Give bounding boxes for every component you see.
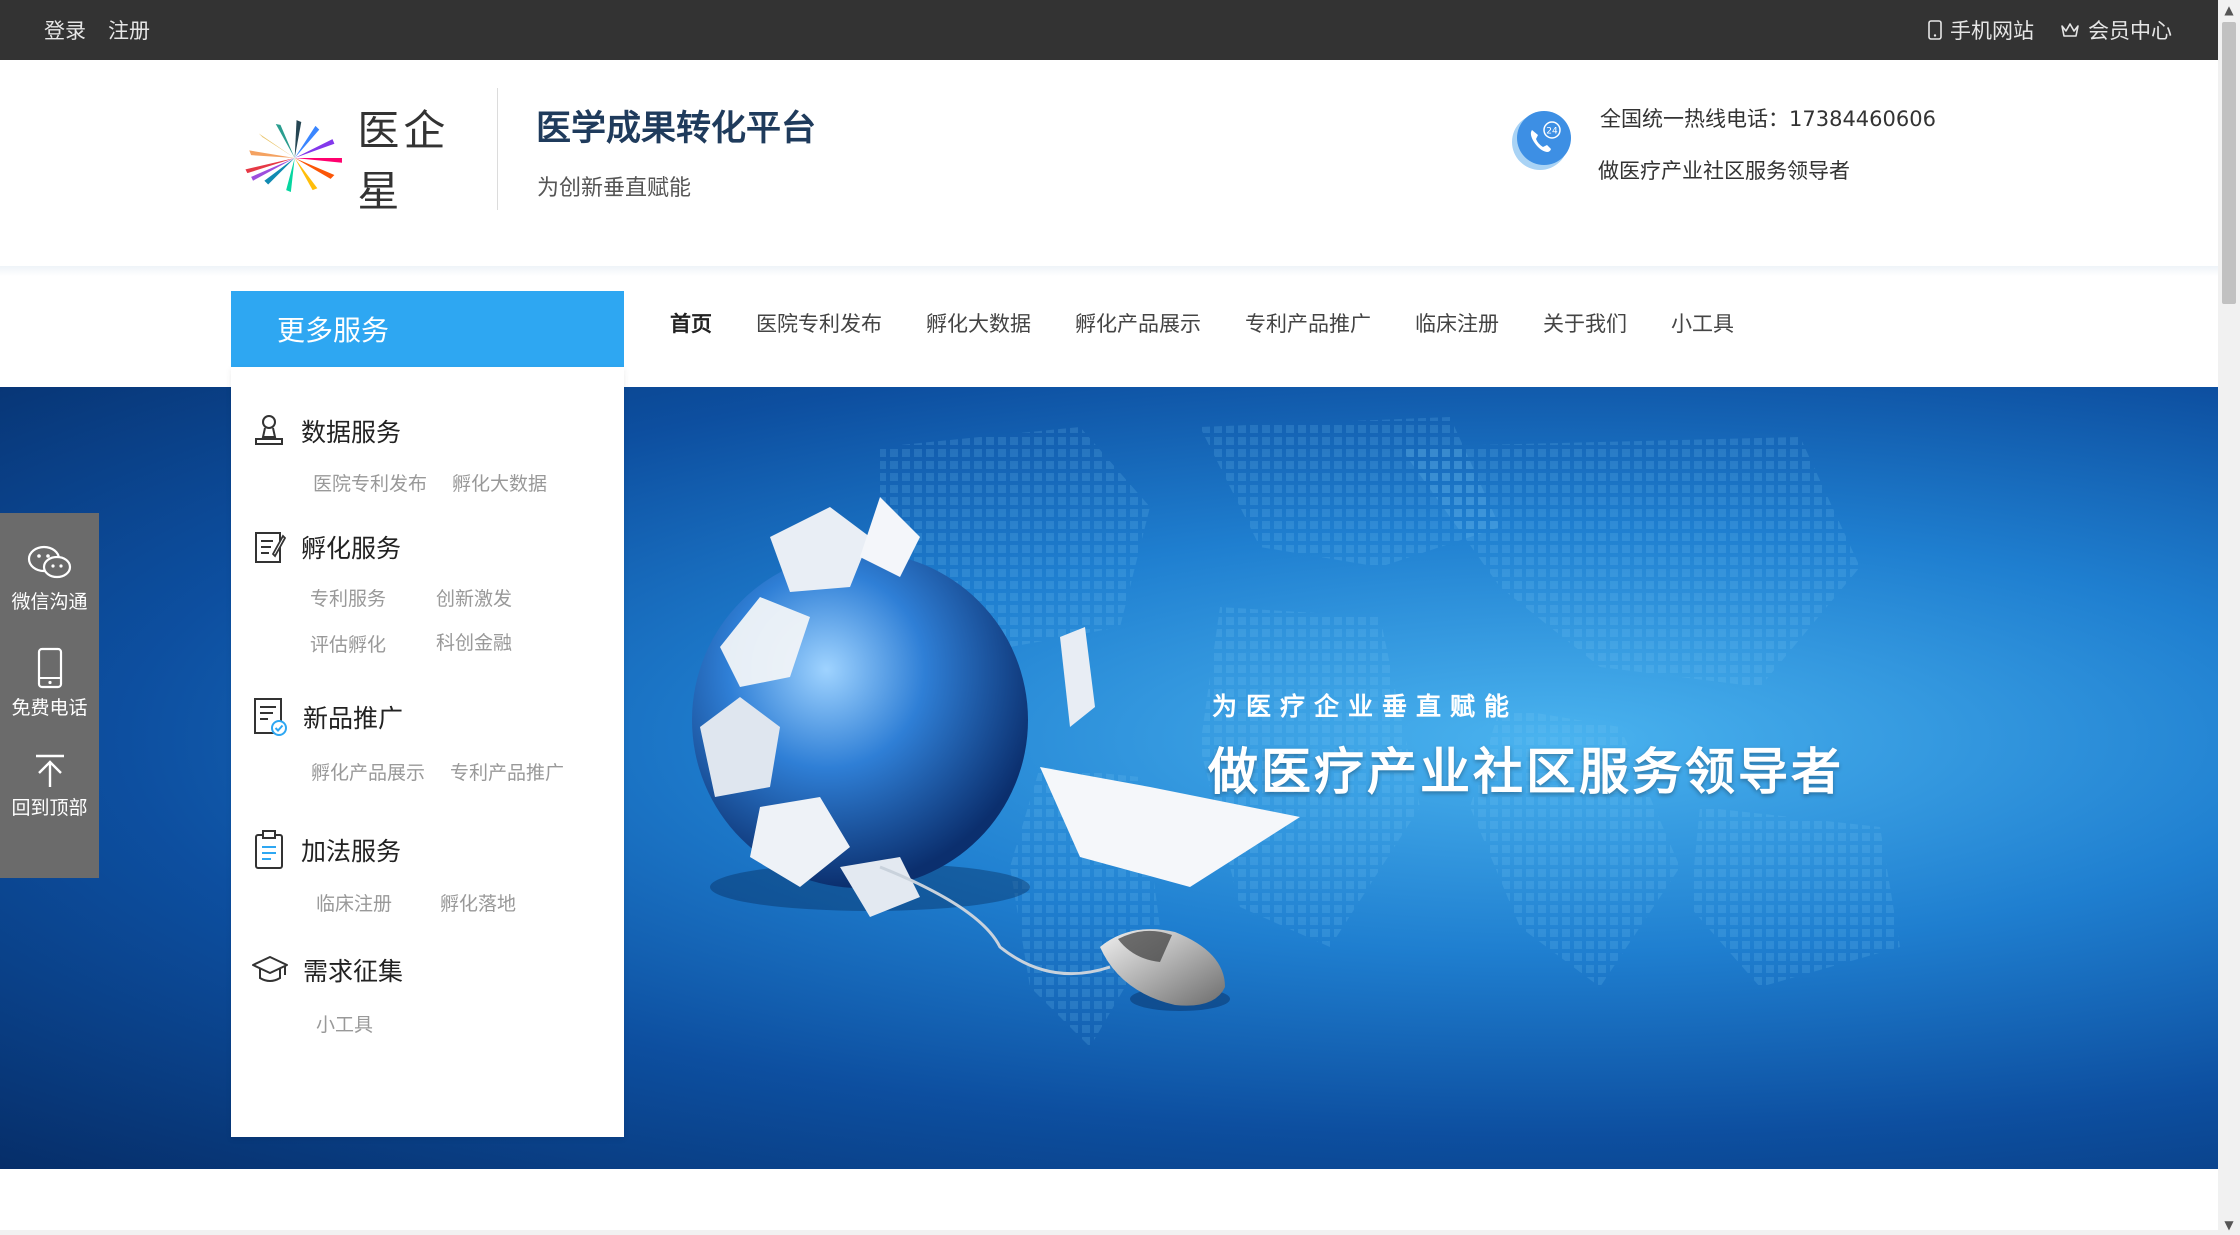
menu-group-header[interactable]: 数据服务 [251, 413, 401, 449]
member-center-label: 会员中心 [2088, 19, 2172, 43]
menu-group-title: 孵化服务 [301, 534, 402, 563]
nav-item-incubation-data[interactable]: 孵化大数据 [926, 308, 1031, 338]
more-services-button[interactable]: 更多服务 [231, 291, 624, 367]
top-bar-left: 登录 注册 [44, 0, 150, 60]
clipboard-icon [255, 830, 283, 869]
phone-icon [37, 647, 62, 689]
header-slogan: 做医疗产业社区服务领导者 [1598, 159, 1850, 183]
hotline-24h-icon: 24 [1512, 111, 1571, 170]
nav-item-home[interactable]: 首页 [670, 308, 712, 338]
nav-item-clinical-registration[interactable]: 临床注册 [1415, 308, 1499, 338]
member-center-link[interactable]: 会员中心 [2060, 15, 2172, 45]
nav-item-about-us[interactable]: 关于我们 [1543, 308, 1627, 338]
menu-link-evaluation[interactable]: 评估孵化 [310, 630, 386, 657]
menu-group-title: 需求征集 [303, 957, 404, 986]
page-scrollbar[interactable]: ▲ ▼ [2218, 0, 2240, 1235]
back-to-top-button[interactable]: 回到顶部 [0, 753, 99, 820]
scroll-up-arrow-icon[interactable]: ▲ [2218, 0, 2240, 20]
top-bar: 登录 注册 手机网站 会员中心 [0, 0, 2218, 60]
menu-link-clinical-registration[interactable]: 临床注册 [316, 889, 392, 916]
graduation-cap-icon [252, 956, 288, 982]
mobile-site-link[interactable]: 手机网站 [1928, 15, 2034, 45]
arrow-up-icon [35, 754, 64, 787]
mobile-icon [1928, 20, 1942, 40]
side-toolbar: 微信沟通 免费电话 回到顶部 [0, 513, 99, 878]
logo-text: 医企星 [357, 106, 450, 216]
page-bottom-edge [0, 1230, 2218, 1235]
hotline-text: 全国统一热线电话：17384460606 [1600, 107, 1936, 131]
menu-link-incubation-landing[interactable]: 孵化落地 [440, 889, 516, 916]
nav-item-tools[interactable]: 小工具 [1671, 308, 1734, 338]
menu-link-product-showcase[interactable]: 孵化产品展示 [311, 758, 425, 785]
menu-group-header[interactable]: 加法服务 [251, 829, 401, 871]
main-nav: 首页 医院专利发布 孵化大数据 孵化产品展示 专利产品推广 临床注册 关于我们 … [670, 291, 1778, 355]
register-link[interactable]: 注册 [108, 15, 150, 45]
header-divider [497, 88, 498, 210]
logo-flower-icon [245, 120, 342, 193]
wechat-button[interactable]: 微信沟通 [0, 543, 99, 614]
menu-group-title: 加法服务 [301, 837, 402, 866]
site-subtitle: 为创新垂直赋能 [537, 176, 692, 201]
menu-group-header[interactable]: 新品推广 [251, 696, 403, 738]
wechat-label: 微信沟通 [11, 591, 88, 613]
banner-small-text: 为医疗企业垂直赋能 [1212, 692, 1519, 721]
menu-link-patent-service[interactable]: 专利服务 [310, 584, 386, 611]
crown-icon [2061, 23, 2079, 37]
stamp-icon [255, 415, 283, 445]
notepad-icon [255, 532, 287, 563]
menu-link-tools[interactable]: 小工具 [316, 1010, 373, 1037]
nav-item-product-showcase[interactable]: 孵化产品展示 [1075, 308, 1201, 338]
scrollbar-thumb[interactable] [2222, 22, 2236, 304]
menu-link-patent-promotion[interactable]: 专利产品推广 [450, 758, 564, 785]
menu-group-header[interactable]: 需求征集 [251, 952, 403, 988]
nav-item-hospital-patent[interactable]: 医院专利发布 [756, 308, 882, 338]
menu-group-header[interactable]: 孵化服务 [251, 528, 401, 566]
nav-item-patent-promotion[interactable]: 专利产品推广 [1245, 308, 1371, 338]
login-link[interactable]: 登录 [44, 15, 86, 45]
back-to-top-label: 回到顶部 [11, 797, 88, 819]
free-call-button[interactable]: 免费电话 [0, 647, 99, 720]
top-bar-right: 手机网站 会员中心 [1928, 0, 2172, 60]
menu-group-title: 数据服务 [301, 418, 402, 447]
services-menu: 数据服务 医院专利发布 孵化大数据 孵化服务 专利服务 创新激发 评估孵化 科创… [231, 367, 624, 1137]
hotline-badge: 24 [1546, 127, 1558, 137]
menu-link-tech-finance[interactable]: 科创金融 [436, 628, 512, 655]
mouse-graphic [1100, 929, 1230, 1011]
banner-headline: 做医疗产业社区服务领导者 [1208, 743, 1844, 801]
site-logo[interactable]: 医企星 [236, 106, 488, 216]
mobile-site-label: 手机网站 [1950, 19, 2034, 43]
site-title: 医学成果转化平台 [536, 109, 817, 149]
free-call-label: 免费电话 [11, 697, 88, 719]
nav-shadow [0, 266, 2218, 276]
menu-group-title: 新品推广 [303, 704, 404, 733]
wechat-icon [27, 545, 71, 579]
menu-link-hospital-patent[interactable]: 医院专利发布 [313, 469, 427, 496]
scroll-down-arrow-icon[interactable]: ▼ [2218, 1215, 2240, 1235]
menu-link-incubation-data[interactable]: 孵化大数据 [452, 469, 547, 496]
menu-link-innovation[interactable]: 创新激发 [436, 584, 512, 611]
certificate-icon [254, 698, 287, 736]
